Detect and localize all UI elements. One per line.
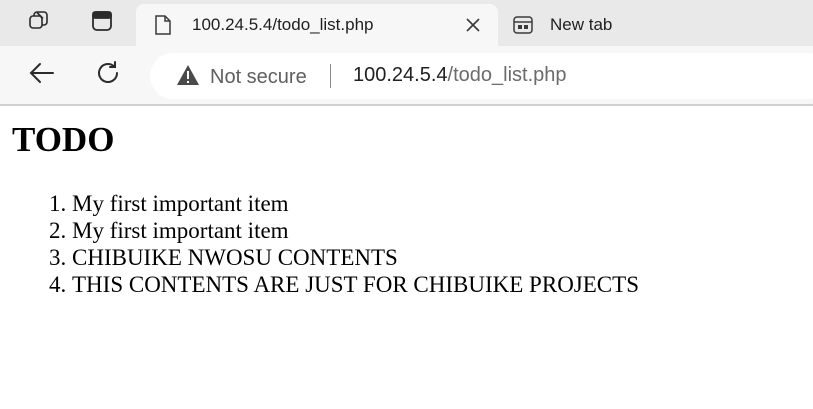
list-item: My first important item [72, 190, 639, 217]
tab-actions-icon [91, 10, 113, 37]
site-info-button[interactable]: Not secure [176, 64, 307, 91]
reload-button[interactable] [91, 58, 125, 92]
url-host: 100.24.5.4 [353, 64, 448, 86]
list-item: THIS CONTENTS ARE JUST FOR CHIBUIKE PROJ… [72, 271, 639, 298]
workspaces-button[interactable] [23, 7, 55, 39]
tab-todo-list[interactable]: 100.24.5.4/todo_list.php [136, 4, 498, 46]
warning-icon [176, 64, 200, 91]
url-text[interactable]: 100.24.5.4/todo_list.php [353, 64, 567, 87]
reload-icon [95, 60, 121, 91]
omnibox-divider [330, 64, 331, 88]
back-button[interactable] [25, 58, 59, 92]
todo-list: My first important item My first importa… [32, 190, 639, 298]
page-icon [152, 14, 174, 36]
new-tab-icon [512, 14, 534, 36]
tab-new-tab[interactable]: New tab [500, 4, 813, 46]
list-item: My first important item [72, 217, 639, 244]
address-bar[interactable]: Not secure 100.24.5.4/todo_list.php [150, 53, 813, 99]
workspaces-icon [27, 9, 51, 38]
list-item: CHIBUIKE NWOSU CONTENTS [72, 244, 639, 271]
security-status: Not secure [210, 66, 307, 88]
page-title: TODO [12, 120, 115, 159]
browser-toolbar: Not secure 100.24.5.4/todo_list.php [0, 46, 813, 106]
tab-title: New tab [550, 15, 613, 34]
url-path: /todo_list.php [447, 64, 567, 86]
page-content: TODO My first important item My first im… [0, 106, 813, 409]
back-arrow-icon [29, 62, 55, 89]
close-icon[interactable] [462, 14, 484, 36]
tab-title: 100.24.5.4/todo_list.php [192, 15, 374, 34]
vertical-tabs-button[interactable] [86, 7, 118, 39]
tab-strip: 100.24.5.4/todo_list.php New tab [0, 0, 813, 46]
